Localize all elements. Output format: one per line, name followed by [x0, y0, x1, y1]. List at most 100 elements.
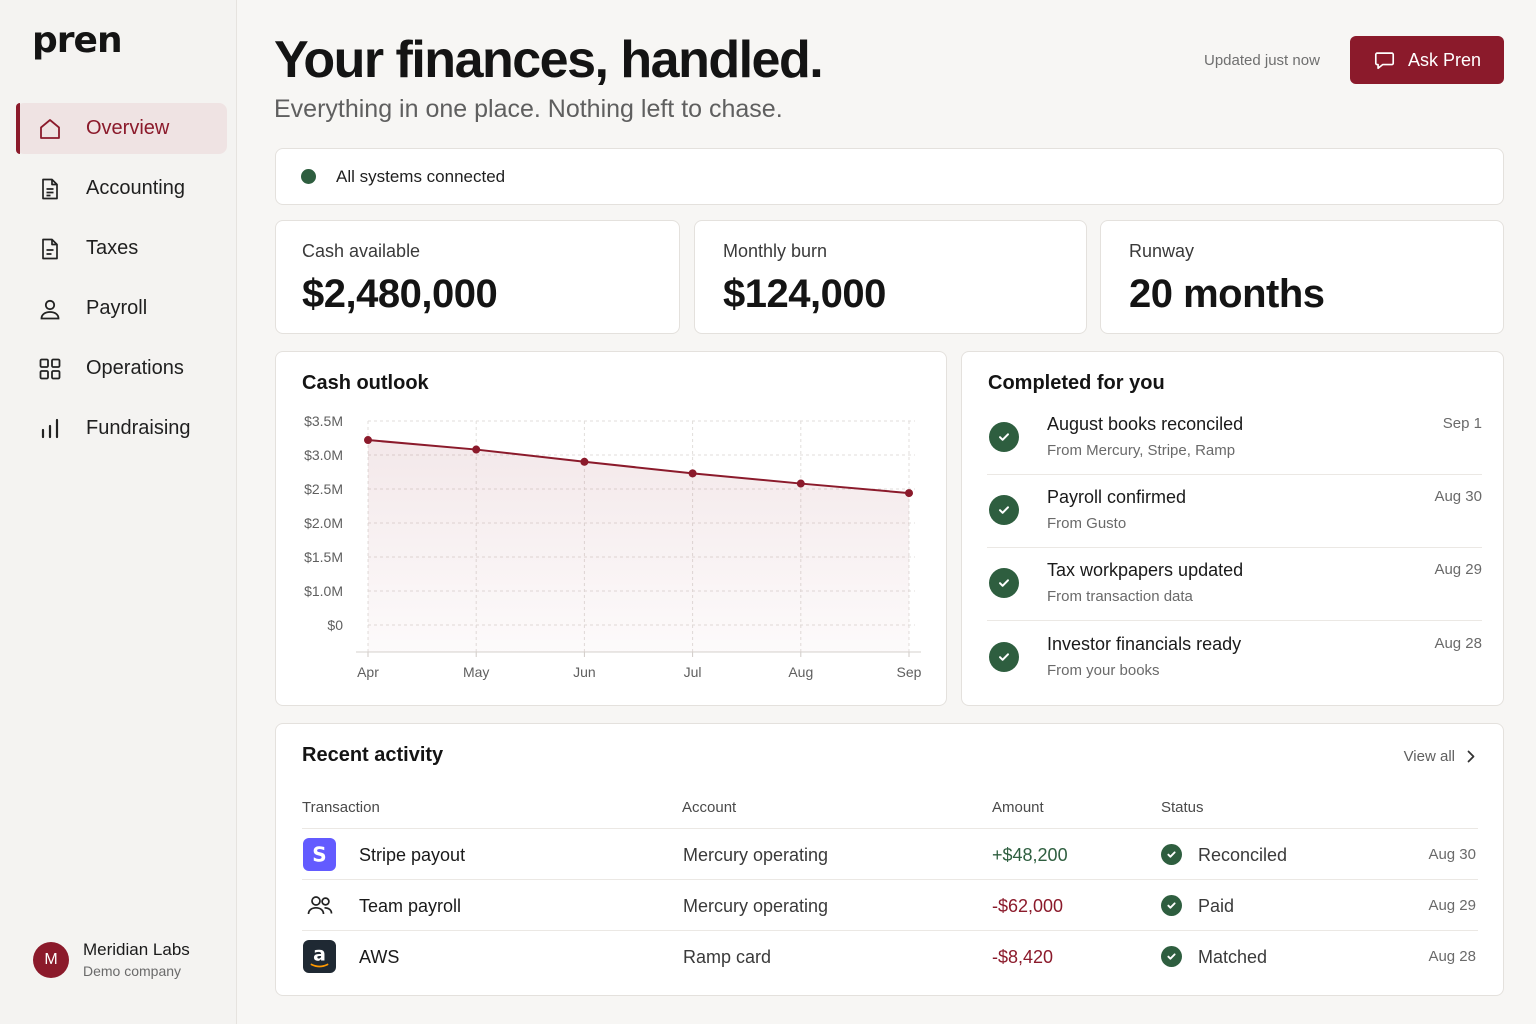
company-subtitle: Demo company [83, 963, 182, 979]
completed-title: Completed for you [988, 372, 1165, 394]
column-header-transaction: Transaction [302, 799, 380, 816]
transaction-amount: +$48,200 [992, 845, 1068, 865]
table-row[interactable]: a AWS Ramp card -$8,420 Matched Aug 28 [302, 931, 1478, 982]
completed-item-subtitle: From your books [1047, 662, 1160, 679]
completed-item-date: Sep 1 [1442, 415, 1482, 432]
x-tick-label: Jun [573, 664, 596, 680]
data-point [364, 436, 372, 445]
y-tick-label: $3.5M [304, 413, 343, 429]
completed-card: Completed for you August books reconcile… [961, 351, 1504, 706]
check-circle-icon [1161, 895, 1182, 916]
x-tick-label: Aug [788, 664, 813, 680]
cash-outlook-card: Cash outlook $3.5M $3.0M $2.5M $2.0M $1.5M $1… [275, 351, 947, 706]
people-icon [303, 889, 336, 922]
transaction-account: Mercury operating [683, 845, 829, 865]
ask-pren-button[interactable]: Ask Pren [1350, 36, 1504, 84]
updated-timestamp: Updated just now [1204, 52, 1320, 69]
ask-pren-label: Ask Pren [1407, 49, 1482, 70]
chevron-right-icon [1467, 750, 1475, 763]
y-tick-label: $3.0M [304, 447, 343, 463]
stripe-icon: S [303, 838, 336, 871]
data-point [472, 445, 481, 454]
chat-bubble-icon [1373, 49, 1396, 71]
check-circle-icon [989, 568, 1019, 598]
completed-item-date: Aug 28 [1434, 635, 1482, 652]
y-tick-label: $0 [327, 617, 343, 633]
svg-text:a: a [313, 944, 326, 966]
metric-label: Cash available [302, 241, 421, 261]
transaction-name: Team payroll [359, 896, 462, 916]
metric-value: 20 months [1129, 272, 1325, 316]
x-tick-label: May [463, 664, 489, 680]
cash-outlook-chart: $3.5M $3.0M $2.5M $2.0M $1.5M $1.0M $0 Apr May Ju… [304, 413, 922, 680]
sidebar: pren Overview Accounting Taxes Payroll O… [0, 0, 237, 1024]
bar-chart-icon [38, 417, 62, 441]
completed-item[interactable]: Payroll confirmed From Gusto Aug 30 [987, 475, 1482, 548]
transaction-amount: -$8,420 [992, 947, 1054, 967]
svg-text:S: S [312, 843, 326, 867]
data-point [905, 489, 913, 498]
check-circle-icon [989, 642, 1019, 672]
metric-card-burn: Monthly burn $124,000 [694, 220, 1087, 334]
sidebar-item-fundraising[interactable]: Fundraising [16, 403, 227, 454]
metric-card-cash: Cash available $2,480,000 [275, 220, 680, 334]
sidebar-item-label: Taxes [86, 237, 139, 259]
transaction-account: Mercury operating [683, 896, 829, 916]
check-circle-icon [1161, 946, 1182, 967]
completed-item-title: Payroll confirmed [1047, 487, 1187, 507]
person-icon [38, 297, 62, 321]
x-tick-label: Jul [684, 664, 702, 680]
completed-item-title: August books reconciled [1047, 414, 1244, 434]
completed-item[interactable]: Investor financials ready From your book… [987, 622, 1482, 695]
view-all-link[interactable]: View all [1404, 748, 1475, 765]
sidebar-item-label: Accounting [86, 177, 185, 199]
sidebar-item-accounting[interactable]: Accounting [16, 163, 227, 214]
cash-area [368, 440, 909, 652]
column-header-amount: Amount [992, 799, 1044, 816]
sidebar-nav: Overview Accounting Taxes Payroll Operat… [16, 103, 227, 463]
completed-item[interactable]: Tax workpapers updated From transaction … [987, 548, 1482, 621]
y-tick-label: $2.5M [304, 481, 343, 497]
metric-label: Monthly burn [723, 241, 828, 261]
status-dot [301, 169, 316, 184]
x-tick-label: Sep [897, 664, 922, 680]
home-icon [38, 117, 62, 141]
x-tick-label: Apr [357, 664, 379, 680]
sidebar-item-payroll[interactable]: Payroll [16, 283, 227, 334]
status-text: All systems connected [336, 166, 506, 186]
data-point [688, 469, 697, 478]
transaction-name: Stripe payout [359, 845, 466, 865]
completed-item-title: Investor financials ready [1047, 634, 1242, 654]
transaction-date: Aug 29 [1428, 897, 1476, 914]
connection-status-bar: All systems connected [275, 148, 1504, 205]
metric-value: $124,000 [723, 272, 886, 316]
data-point [580, 457, 589, 466]
grid-icon [38, 357, 62, 381]
table-row[interactable]: Team payroll Mercury operating -$62,000 … [302, 880, 1478, 931]
y-tick-label: $1.5M [304, 549, 343, 565]
check-circle-icon [989, 422, 1019, 452]
data-point [796, 479, 805, 488]
sidebar-item-label: Operations [86, 357, 184, 379]
logo: pren [32, 20, 123, 61]
tax-document-icon [38, 237, 62, 261]
view-all-label: View all [1403, 748, 1455, 765]
transaction-date: Aug 30 [1428, 846, 1476, 863]
table-row[interactable]: S Stripe payout Mercury operating +$48,2… [302, 829, 1478, 880]
recent-activity-title: Recent activity [302, 744, 444, 766]
amazon-icon: a [303, 940, 336, 973]
sidebar-item-overview[interactable]: Overview [16, 103, 227, 154]
sidebar-item-operations[interactable]: Operations [16, 343, 227, 394]
column-header-status: Status [1161, 799, 1204, 816]
sidebar-item-label: Overview [86, 117, 170, 139]
completed-item-subtitle: From Gusto [1047, 515, 1127, 532]
transaction-date: Aug 28 [1428, 948, 1476, 965]
avatar: M [33, 941, 69, 978]
transaction-status: Paid [1198, 896, 1235, 916]
recent-activity-card: Recent activity View all Transaction Acc… [275, 723, 1504, 996]
sidebar-item-taxes[interactable]: Taxes [16, 223, 227, 274]
completed-item[interactable]: August books reconciled From Mercury, St… [987, 402, 1482, 475]
company-switcher[interactable]: M Meridian Labs Demo company [33, 940, 190, 979]
transaction-amount: -$62,000 [992, 896, 1064, 916]
sidebar-item-label: Payroll [86, 297, 148, 319]
